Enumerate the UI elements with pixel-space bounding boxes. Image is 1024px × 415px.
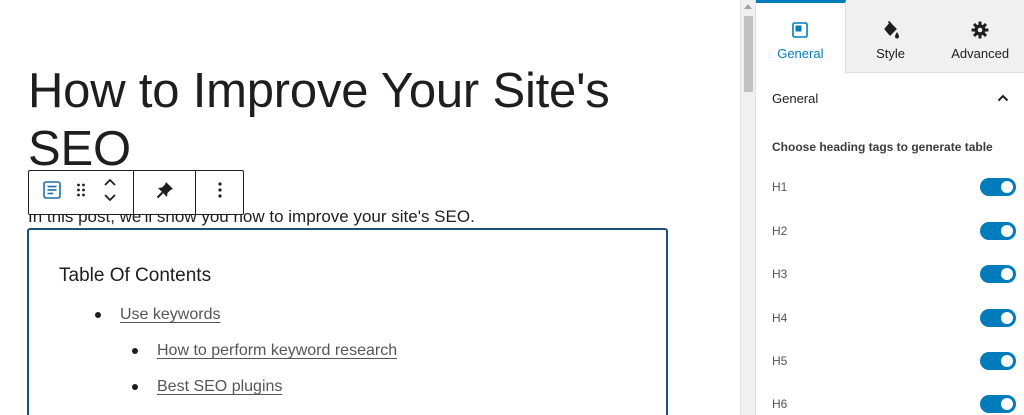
scroll-up-arrow-icon[interactable] xyxy=(744,4,752,9)
move-up-down-button[interactable] xyxy=(95,171,125,214)
chevron-up-icon xyxy=(997,89,1009,107)
toggle-knob xyxy=(1001,355,1013,367)
toggle-label: H6 xyxy=(772,397,788,411)
toggle-row-h2: H2 xyxy=(772,219,1016,243)
tab-style[interactable]: Style xyxy=(846,0,936,73)
toggle-knob xyxy=(1001,312,1013,324)
more-options-icon xyxy=(217,182,222,203)
more-options-button[interactable] xyxy=(205,171,235,214)
post-title[interactable]: How to Improve Your Site's SEO xyxy=(28,62,688,178)
toggle-row-h6: H6 xyxy=(772,392,1016,415)
paragraph-block-icon xyxy=(42,180,62,205)
tab-general[interactable]: General xyxy=(756,0,846,74)
toggle-label: H4 xyxy=(772,311,788,325)
block-settings-sidebar: General Style Advanced General Choose he… xyxy=(755,0,1024,415)
toc-link-best-seo-plugins[interactable]: Best SEO plugins xyxy=(157,378,282,396)
toc-link-keyword-research[interactable]: How to perform keyword research xyxy=(157,342,397,360)
heading-tags-description: Choose heading tags to generate table xyxy=(772,140,993,154)
toggle-row-h4: H4 xyxy=(772,306,1016,330)
toggle-label: H2 xyxy=(772,224,788,238)
toggle-label: H5 xyxy=(772,354,788,368)
toggle-knob xyxy=(1001,398,1013,410)
drag-handle-icon xyxy=(76,182,86,203)
toggle-row-h1: H1 xyxy=(772,175,1016,199)
tab-style-label: Style xyxy=(876,46,905,61)
pin-button[interactable] xyxy=(145,171,185,214)
toggle-knob xyxy=(1001,225,1013,237)
toggle-knob xyxy=(1001,268,1013,280)
toc-link-use-keywords[interactable]: Use keywords xyxy=(120,306,220,324)
tab-advanced[interactable]: Advanced xyxy=(935,0,1024,73)
general-layout-icon xyxy=(792,20,809,39)
block-toolbar-group-main xyxy=(29,171,134,214)
block-toolbar xyxy=(28,170,244,215)
bullet-icon xyxy=(132,348,138,354)
bullet-icon xyxy=(132,384,138,390)
h4-toggle[interactable] xyxy=(980,309,1016,327)
h5-toggle[interactable] xyxy=(980,352,1016,370)
toggle-label: H1 xyxy=(772,180,788,194)
scrollbar-thumb[interactable] xyxy=(744,16,753,92)
tab-general-label: General xyxy=(777,46,824,61)
paint-bucket-icon xyxy=(882,20,900,39)
h2-toggle[interactable] xyxy=(980,222,1016,240)
h3-toggle[interactable] xyxy=(980,265,1016,283)
toc-item: Best SEO plugins xyxy=(132,378,282,396)
block-toolbar-group-pin xyxy=(134,171,196,214)
tab-advanced-label: Advanced xyxy=(951,46,1010,61)
toggle-label: H3 xyxy=(772,267,788,281)
sidebar-tabs: General Style Advanced xyxy=(756,0,1024,74)
toc-title: Table Of Contents xyxy=(59,265,212,286)
block-toolbar-group-options xyxy=(196,171,243,214)
toc-item: How to perform keyword research xyxy=(132,342,397,360)
paragraph-block-button[interactable] xyxy=(37,171,67,214)
table-of-contents-block[interactable]: Table Of Contents Use keywords How to pe… xyxy=(27,228,668,415)
drag-handle-button[interactable] xyxy=(67,171,95,214)
pin-icon xyxy=(155,180,175,205)
toggle-knob xyxy=(1001,181,1013,193)
editor-scrollbar[interactable] xyxy=(740,0,755,415)
toggle-row-h5: H5 xyxy=(772,349,1016,373)
h6-toggle[interactable] xyxy=(980,395,1016,413)
gear-icon xyxy=(971,20,989,39)
panel-title: General xyxy=(772,90,819,106)
toc-item: Use keywords xyxy=(95,306,220,324)
general-panel-toggle[interactable]: General xyxy=(756,74,1024,122)
toggle-row-h3: H3 xyxy=(772,262,1016,286)
move-up-down-icon xyxy=(103,177,117,208)
h1-toggle[interactable] xyxy=(980,178,1016,196)
editor-canvas: How to Improve Your Site's SEO In this p… xyxy=(0,0,740,415)
bullet-icon xyxy=(95,312,101,318)
